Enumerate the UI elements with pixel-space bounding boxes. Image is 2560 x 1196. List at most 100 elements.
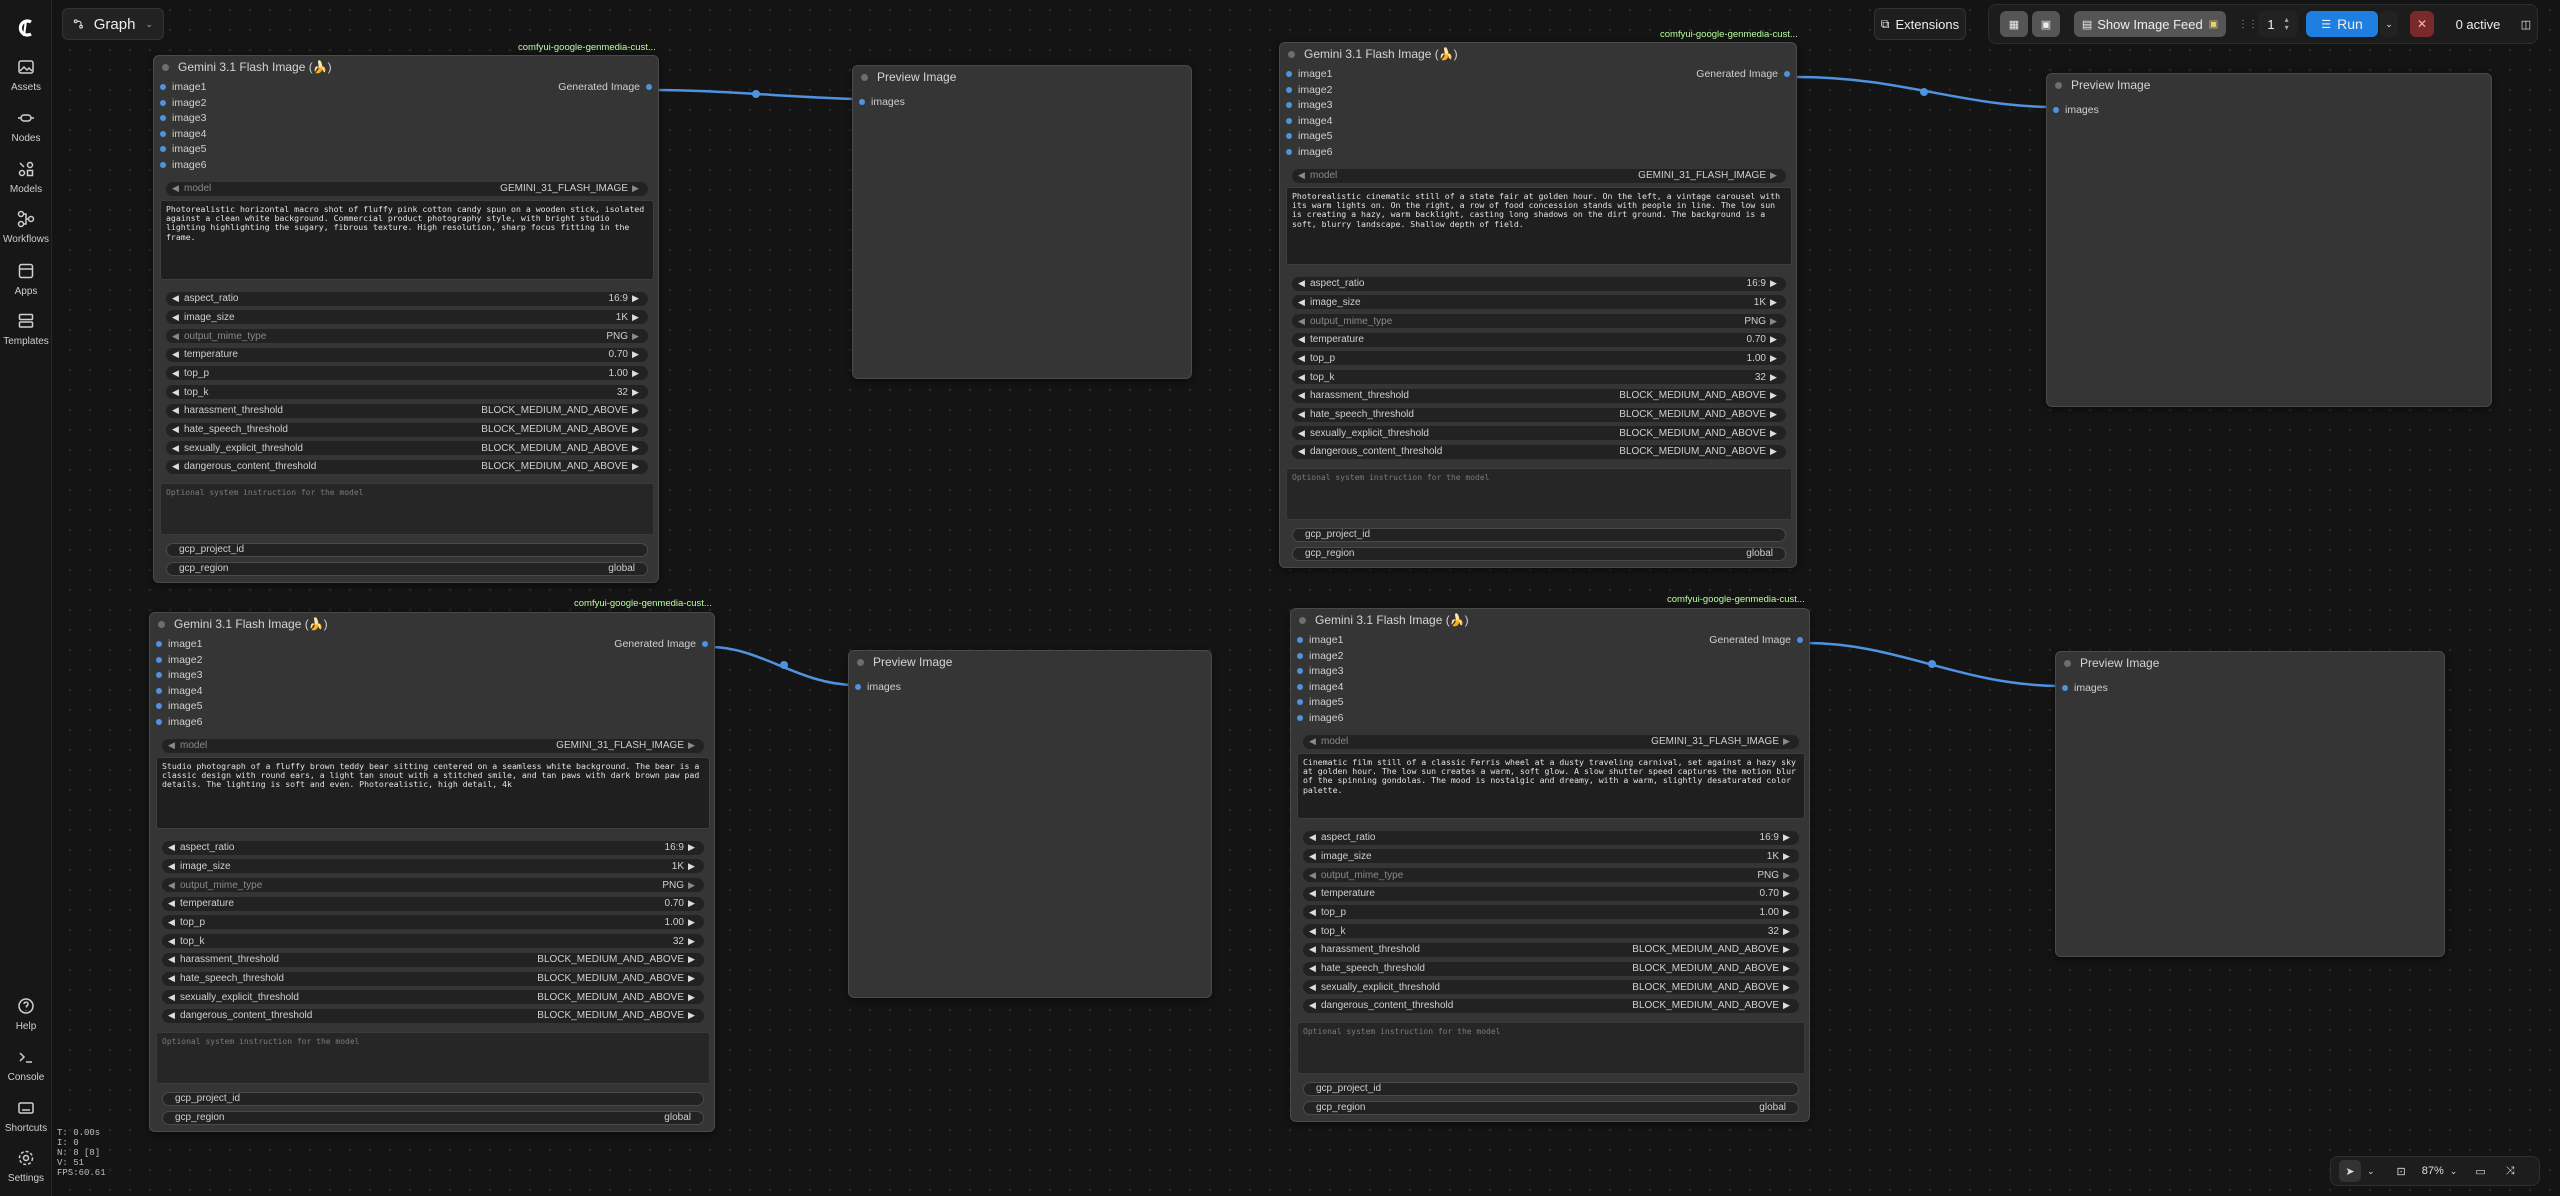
prompt-textarea[interactable]: Cinematic film still of a classic Ferris… [1297, 752, 1805, 819]
link-2-midpoint[interactable] [1920, 88, 1928, 96]
link-visibility-button[interactable]: ⤨ [2506, 1165, 2515, 1178]
prompt-textarea[interactable]: Photorealistic cinematic still of a stat… [1286, 186, 1792, 265]
zoom-level[interactable]: 87% [2422, 1165, 2444, 1177]
queue-count-stepper[interactable]: 1 ▴ ▾ [2258, 11, 2298, 37]
input-socket[interactable] [1297, 668, 1303, 675]
input-images[interactable]: images [855, 680, 901, 694]
arrow-left-icon[interactable]: ◀ [172, 405, 182, 416]
system-instruction-textarea[interactable]: Optional system instruction for the mode… [160, 482, 654, 535]
sidebar-item-shortcuts[interactable]: Shortcuts [0, 1099, 52, 1143]
arrow-right-icon[interactable]: ▶ [688, 954, 698, 965]
arrow-right-icon[interactable]: ▶ [1770, 409, 1780, 420]
show-image-feed-button[interactable]: ▤ Show Image Feed ▣ [2074, 11, 2226, 37]
output-generated-image[interactable]: Generated Image [614, 637, 708, 651]
arrow-right-icon[interactable]: ▶ [1783, 888, 1793, 899]
input-socket[interactable] [160, 130, 166, 137]
arrow-left-icon[interactable]: ◀ [1309, 1000, 1319, 1011]
input-image3[interactable]: image3 [156, 668, 202, 682]
widget-image-size[interactable]: ◀ image_size 1K ▶ [162, 859, 704, 874]
sidebar-item-help[interactable]: Help [0, 997, 52, 1041]
arrow-right-icon[interactable]: ▶ [1770, 446, 1780, 457]
input-image5[interactable]: image5 [156, 699, 202, 713]
arrow-left-icon[interactable]: ◀ [168, 954, 178, 965]
input-socket[interactable] [1297, 683, 1303, 690]
widget-top-p[interactable]: ◀ top_p 1.00 ▶ [1292, 351, 1786, 366]
gcp-project-id-field[interactable]: gcp_project_id [166, 542, 648, 557]
queue-history-button[interactable]: ▦ [2000, 11, 2028, 37]
chevron-down-icon[interactable]: ⌄ [2450, 1166, 2458, 1177]
arrow-left-icon[interactable]: ◀ [1309, 736, 1319, 747]
widget-hate-speech-threshold[interactable]: ◀ hate_speech_threshold BLOCK_MEDIUM_AND_A… [166, 422, 648, 437]
input-image5[interactable]: image5 [160, 142, 206, 156]
widget-sexually-explicit-threshold[interactable]: ◀ sexually_explicit_threshold BLOCK_MEDIUM… [162, 990, 704, 1005]
arrow-right-icon[interactable]: ▶ [1783, 963, 1793, 974]
collapse-dot-icon[interactable] [158, 620, 165, 628]
arrow-right-icon[interactable]: ▶ [632, 387, 642, 398]
arrow-left-icon[interactable]: ◀ [1298, 390, 1308, 401]
gcp-project-id-field[interactable]: gcp_project_id [1303, 1081, 1799, 1096]
sidebar-item-console[interactable]: Console [0, 1048, 52, 1092]
arrow-right-icon[interactable]: ▶ [1783, 926, 1793, 937]
input-socket[interactable] [160, 99, 166, 106]
input-image2[interactable]: image2 [1297, 649, 1343, 663]
output-socket[interactable] [702, 641, 708, 647]
widget-hate-speech-threshold[interactable]: ◀ hate_speech_threshold BLOCK_MEDIUM_AND_A… [1303, 961, 1799, 976]
arrow-left-icon[interactable]: ◀ [168, 740, 178, 751]
sidebar-item-nodes[interactable]: Nodes [0, 109, 52, 153]
arrow-right-icon[interactable]: ▶ [688, 861, 698, 872]
arrow-left-icon[interactable]: ◀ [168, 842, 178, 853]
input-image5[interactable]: image5 [1297, 695, 1343, 709]
arrow-left-icon[interactable]: ◀ [168, 936, 178, 947]
extensions-button[interactable]: ⧉ Extensions [1874, 8, 1966, 40]
widget-image-size[interactable]: ◀ image_size 1K ▶ [1303, 849, 1799, 864]
widget-hate-speech-threshold[interactable]: ◀ hate_speech_threshold BLOCK_MEDIUM_AND_A… [162, 971, 704, 986]
preview-image-node[interactable]: Preview Image images [2046, 73, 2492, 407]
arrow-left-icon[interactable]: ◀ [168, 898, 178, 909]
gcp-region-field[interactable]: gcp_region global [162, 1110, 704, 1125]
arrow-left-icon[interactable]: ◀ [168, 917, 178, 928]
widget-aspect-ratio[interactable]: ◀ aspect_ratio 16:9 ▶ [166, 291, 648, 306]
arrow-left-icon[interactable]: ◀ [168, 880, 178, 891]
arrow-left-icon[interactable]: ◀ [1309, 907, 1319, 918]
save-button[interactable]: ▣ [2032, 11, 2060, 37]
gemini-flash-image-node[interactable]: Gemini 3.1 Flash Image (🍌) Generated Imag… [153, 55, 659, 583]
arrow-right-icon[interactable]: ▶ [632, 461, 642, 472]
select-mode-button[interactable]: ➤ [2339, 1160, 2361, 1182]
input-socket[interactable] [855, 684, 861, 690]
link-1-midpoint[interactable] [752, 90, 760, 98]
widget-dangerous-content-threshold[interactable]: ◀ dangerous_content_threshold BLOCK_MEDIUM… [166, 459, 648, 474]
input-socket[interactable] [1286, 149, 1292, 155]
node-title-bar[interactable]: Gemini 3.1 Flash Image (🍌) [154, 56, 658, 78]
gcp-region-field[interactable]: gcp_region global [166, 561, 648, 576]
input-socket[interactable] [1297, 715, 1303, 721]
input-socket[interactable] [1286, 117, 1292, 124]
arrow-left-icon[interactable]: ◀ [1298, 170, 1308, 181]
widget-top-p[interactable]: ◀ top_p 1.00 ▶ [166, 366, 648, 381]
node-title-bar[interactable]: Gemini 3.1 Flash Image (🍌) [1291, 609, 1809, 631]
arrow-left-icon[interactable]: ◀ [172, 387, 182, 398]
node-title-bar[interactable]: Gemini 3.1 Flash Image (🍌) [150, 613, 714, 635]
input-image6[interactable]: image6 [156, 715, 202, 729]
arrow-left-icon[interactable]: ◀ [168, 861, 178, 872]
widget-temperature[interactable]: ◀ temperature 0.70 ▶ [162, 896, 704, 911]
input-socket[interactable] [2053, 107, 2059, 113]
collapse-dot-icon[interactable] [2064, 659, 2071, 667]
arrow-right-icon[interactable]: ▶ [1783, 1000, 1793, 1011]
input-socket[interactable] [156, 641, 162, 647]
arrow-right-icon[interactable]: ▶ [1783, 851, 1793, 862]
input-socket[interactable] [2062, 685, 2068, 691]
collapse-dot-icon[interactable] [1288, 50, 1295, 58]
output-socket[interactable] [1784, 71, 1790, 77]
arrow-left-icon[interactable]: ◀ [172, 349, 182, 360]
comfy-logo-icon[interactable] [14, 16, 38, 40]
node-title-bar[interactable]: Gemini 3.1 Flash Image (🍌) [1280, 43, 1796, 65]
input-image1[interactable]: image1 [156, 637, 202, 651]
widget-output-mime-type[interactable]: ◀ output_mime_type PNG ▶ [166, 329, 648, 343]
widget-sexually-explicit-threshold[interactable]: ◀ sexually_explicit_threshold BLOCK_MEDIUM… [1292, 426, 1786, 441]
arrow-right-icon[interactable]: ▶ [1783, 907, 1793, 918]
arrow-right-icon[interactable]: ▶ [632, 368, 642, 379]
widget-dangerous-content-threshold[interactable]: ◀ dangerous_content_threshold BLOCK_MEDIUM… [162, 1008, 704, 1023]
input-socket[interactable] [1286, 102, 1292, 109]
gcp-project-id-field[interactable]: gcp_project_id [1292, 527, 1786, 542]
arrow-left-icon[interactable]: ◀ [172, 331, 182, 342]
